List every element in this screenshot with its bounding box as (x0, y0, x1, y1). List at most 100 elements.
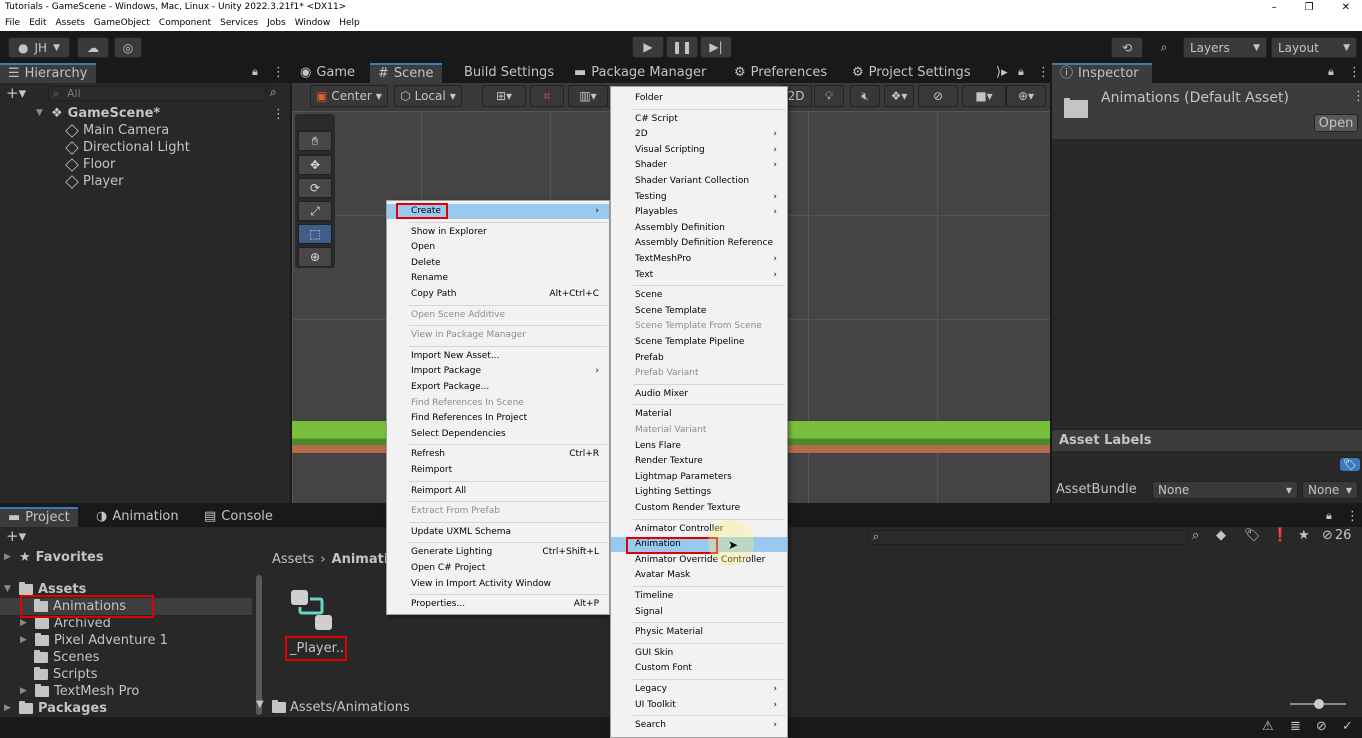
create-menu-item-shader-variant-collection[interactable]: Shader Variant Collection (611, 174, 787, 189)
context-menu-item-export-package[interactable]: Export Package... (387, 380, 609, 395)
transform-tool-button[interactable]: ⊕ (298, 247, 332, 267)
folder-pixel-adventure[interactable]: ▶ Pixel Adventure 1 (20, 632, 168, 649)
create-menu-item-scene[interactable]: Scene (611, 288, 787, 303)
create-menu-item-custom-font[interactable]: Custom Font (611, 661, 787, 676)
menu-window[interactable]: Window (295, 15, 331, 31)
label-tag-icon[interactable]: 🏷︎ (1340, 458, 1360, 471)
menu-gameobject[interactable]: GameObject (94, 15, 150, 31)
menu-edit[interactable]: Edit (29, 15, 46, 31)
create-menu-item-search[interactable]: Search › (611, 718, 787, 733)
search-button[interactable]: ⌕ (1149, 37, 1179, 58)
add-icon[interactable]: +▾ (6, 84, 26, 102)
hierarchy-item-player[interactable]: Player (65, 173, 123, 190)
tab-package-manager[interactable]: ▬ Package Manager (566, 63, 714, 83)
expand-triangle-icon[interactable]: ▼ (36, 105, 46, 122)
more-icon[interactable]: ⋮ (1037, 65, 1050, 80)
step-button[interactable]: ▶| (700, 36, 732, 58)
context-menu-item-properties[interactable]: Properties... Alt+P (387, 597, 609, 612)
create-menu-item-2d[interactable]: 2D › (611, 127, 787, 142)
create-menu-item-custom-render-texture[interactable]: Custom Render Texture (611, 501, 787, 516)
create-menu-item-signal[interactable]: Signal (611, 605, 787, 620)
tab-scene[interactable]: # Scene (370, 63, 442, 83)
pivot-dropdown[interactable]: ▣ Center ▼ (310, 85, 388, 107)
create-menu-item-folder[interactable]: Folder (611, 91, 787, 106)
scroll-down-icon[interactable]: ▼ (256, 699, 264, 710)
effects-toggle[interactable]: ❖▾ (884, 85, 914, 107)
context-menu-item-view-in-import-activity-window[interactable]: View in Import Activity Window (387, 577, 609, 592)
create-menu-item-textmeshpro[interactable]: TextMeshPro › (611, 252, 787, 267)
hierarchy-item-directional-light[interactable]: Directional Light (65, 139, 190, 156)
lock-icon[interactable]: 🔒︎ (252, 65, 258, 79)
cache-icon[interactable]: ⊘ (1316, 719, 1327, 734)
close-icon[interactable]: ✕ (1342, 0, 1350, 15)
more-icon[interactable]: ⋮ (1346, 509, 1359, 524)
rotate-tool-button[interactable]: ⟳ (298, 178, 332, 198)
pause-button[interactable]: ❚❚ (666, 36, 698, 58)
scene-search-icon[interactable]: ⌕ (270, 85, 277, 100)
tab-hierarchy[interactable]: ☰ Hierarchy (0, 63, 96, 83)
tab-animation[interactable]: ◑ Animation (88, 507, 187, 527)
grid-snap-button[interactable]: ⊞▾ (482, 85, 526, 107)
menu-jobs[interactable]: Jobs (267, 15, 286, 31)
tab-project[interactable]: ▬ Project (0, 507, 78, 527)
snap-increment-button[interactable]: ⌗ (530, 85, 564, 107)
create-menu-item-avatar-mask[interactable]: Avatar Mask (611, 568, 787, 583)
context-menu-item-select-dependencies[interactable]: Select Dependencies (387, 427, 609, 442)
search-scope-icon[interactable]: ⌕ (1192, 528, 1199, 543)
maximize-icon[interactable]: ❐ (1305, 0, 1314, 15)
create-menu-item-render-texture[interactable]: Render Texture (611, 454, 787, 469)
context-menu-item-copy-path[interactable]: Copy Path Alt+Ctrl+C (387, 287, 609, 302)
folder-tree-scrollbar[interactable] (256, 575, 262, 715)
context-menu-item-find-references-in-project[interactable]: Find References In Project (387, 411, 609, 426)
hierarchy-search-input[interactable]: ⌕ All (48, 86, 266, 101)
hidden-objects-toggle[interactable]: ⊘ (918, 85, 958, 107)
create-menu-item-visual-scripting[interactable]: Visual Scripting › (611, 143, 787, 158)
tab-overflow-icon[interactable]: ⟩▸ (996, 65, 1008, 80)
create-menu-item-assembly-definition-reference[interactable]: Assembly Definition Reference (611, 236, 787, 251)
icon-size-slider-handle[interactable] (1314, 699, 1324, 709)
menu-file[interactable]: File (5, 15, 20, 31)
tab-preferences[interactable]: ⚙ Preferences (726, 63, 835, 83)
tab-inspector[interactable]: ⓘ Inspector (1052, 63, 1152, 83)
hierarchy-scene[interactable]: ▼ ❖ GameScene* (36, 105, 160, 122)
create-menu-item-testing[interactable]: Testing › (611, 190, 787, 205)
context-menu-item-show-in-explorer[interactable]: Show in Explorer (387, 225, 609, 240)
expand-triangle-icon[interactable]: ▶ (4, 549, 14, 566)
create-menu-item-text[interactable]: Text › (611, 268, 787, 283)
label-filter-icon[interactable]: 🏷︎ (1244, 528, 1261, 543)
layers-dropdown[interactable]: Layers ▼ (1183, 37, 1267, 58)
lock-icon[interactable]: 🔒︎ (1328, 65, 1334, 79)
stack-icon[interactable]: ≣ (1290, 719, 1301, 734)
lock-icon[interactable]: 🔒︎ (1018, 65, 1024, 79)
context-menu-item-open-c-project[interactable]: Open C# Project (387, 561, 609, 576)
create-menu-item-assembly-definition[interactable]: Assembly Definition (611, 221, 787, 236)
menu-help[interactable]: Help (339, 15, 360, 31)
check-icon[interactable]: ✓ (1342, 719, 1353, 734)
create-menu-item-physic-material[interactable]: Physic Material (611, 625, 787, 640)
context-menu-item-delete[interactable]: Delete (387, 256, 609, 271)
hidden-packages-toggle[interactable]: ⊘ 26 (1322, 528, 1351, 543)
space-dropdown[interactable]: ⬡ Local ▼ (394, 85, 462, 107)
expand-triangle-icon[interactable]: ▶ (20, 632, 30, 649)
animation-asset-icon[interactable] (290, 589, 334, 633)
create-menu-item-lens-flare[interactable]: Lens Flare (611, 439, 787, 454)
create-menu-item-ui-toolkit[interactable]: UI Toolkit › (611, 698, 787, 713)
favorite-star-icon[interactable]: ★ (1298, 528, 1310, 543)
cloud-button[interactable]: ☁ (77, 37, 109, 58)
tab-build-settings[interactable]: Build Settings (456, 63, 562, 83)
create-menu-item-gui-skin[interactable]: GUI Skin (611, 646, 787, 661)
context-menu-item-refresh[interactable]: Refresh Ctrl+R (387, 447, 609, 462)
scene-more-icon[interactable]: ⋮ (272, 107, 285, 122)
create-menu-item-lightmap-parameters[interactable]: Lightmap Parameters (611, 470, 787, 485)
context-menu-item-import-package[interactable]: Import Package › (387, 364, 609, 379)
rect-tool-button[interactable]: ⬚ (298, 224, 332, 244)
play-button[interactable]: ▶ (632, 36, 664, 58)
project-search-input[interactable]: ⌕ (868, 530, 1188, 545)
more-icon[interactable]: ⋮ (272, 65, 285, 80)
more-icon[interactable]: ⋮ (1352, 89, 1362, 104)
expand-triangle-icon[interactable]: ▶ (4, 700, 14, 717)
context-menu-item-rename[interactable]: Rename (387, 271, 609, 286)
context-menu-item-update-uxml-schema[interactable]: Update UXML Schema (387, 525, 609, 540)
tab-project-settings[interactable]: ⚙ Project Settings (844, 63, 979, 83)
expand-triangle-icon[interactable]: ▶ (20, 683, 30, 700)
